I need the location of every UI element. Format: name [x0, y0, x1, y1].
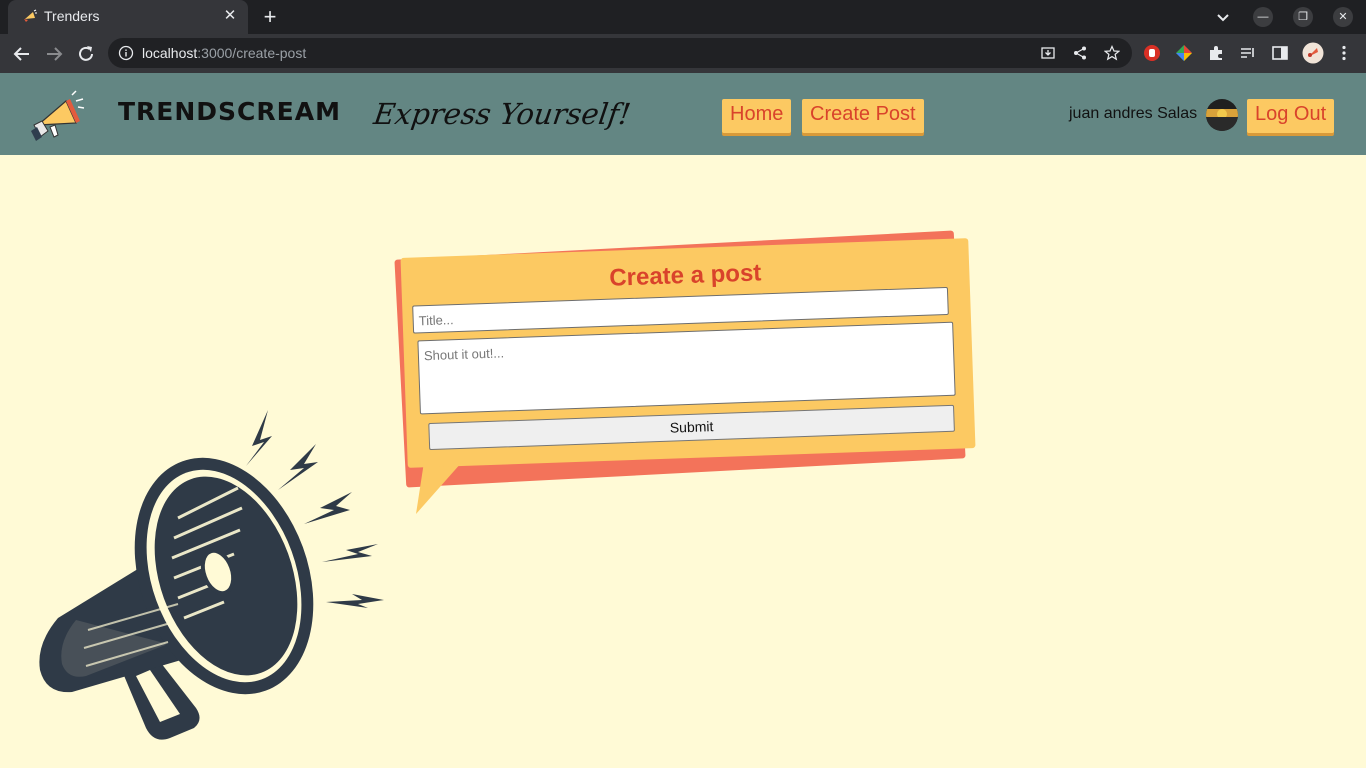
- megaphone-favicon-icon: [24, 9, 37, 22]
- bookmark-star-icon[interactable]: [1104, 45, 1120, 61]
- browser-toolbar: localhost:3000/create-post: [0, 34, 1366, 73]
- adblock-extension-icon[interactable]: [1143, 44, 1161, 62]
- color-picker-extension-icon[interactable]: [1175, 44, 1193, 62]
- back-arrow-icon[interactable]: [10, 42, 34, 66]
- tab-title: Trenders: [44, 8, 100, 24]
- reload-icon[interactable]: [74, 42, 98, 66]
- address-bar[interactable]: localhost:3000/create-post: [108, 38, 1132, 68]
- submit-button[interactable]: Submit: [428, 404, 955, 451]
- megaphone-logo-icon[interactable]: [28, 87, 86, 143]
- site-header: TRENDSCREAM Express Yourself! Home Creat…: [0, 73, 1366, 155]
- restore-icon[interactable]: ❐: [1293, 7, 1313, 27]
- browser-tab-bar: Trenders ✕ + — ❐ ✕: [0, 0, 1366, 34]
- url-text: localhost:3000/create-post: [142, 45, 307, 61]
- browser-tab[interactable]: Trenders ✕: [8, 0, 248, 34]
- side-panel-icon[interactable]: [1271, 44, 1289, 62]
- nav-create-post-button[interactable]: Create Post: [802, 99, 924, 133]
- browser-menu-icon[interactable]: [1335, 44, 1353, 62]
- create-post-form: Create a post Title... Shout it out!... …: [400, 238, 976, 468]
- install-app-icon[interactable]: [1040, 45, 1056, 61]
- brand-name[interactable]: TRENDSCREAM: [118, 97, 341, 126]
- speech-bubble-tail: [416, 462, 462, 514]
- tab-search-chevron-icon[interactable]: [1212, 6, 1234, 28]
- site-info-icon[interactable]: [118, 45, 134, 61]
- new-tab-icon[interactable]: +: [258, 4, 282, 30]
- logout-button[interactable]: Log Out: [1247, 99, 1335, 133]
- close-tab-icon[interactable]: ✕: [220, 6, 240, 26]
- forward-arrow-icon[interactable]: [42, 42, 66, 66]
- profile-avatar-icon[interactable]: [1302, 42, 1324, 64]
- user-name: juan andres Salas: [1069, 105, 1198, 122]
- megaphone-illustration: [39, 410, 384, 740]
- user-avatar[interactable]: [1206, 99, 1238, 131]
- extensions-puzzle-icon[interactable]: [1207, 44, 1225, 62]
- share-icon[interactable]: [1072, 45, 1088, 61]
- nav-home-button[interactable]: Home: [722, 99, 792, 133]
- tagline: Express Yourself!: [371, 97, 633, 131]
- reading-list-icon[interactable]: [1239, 44, 1257, 62]
- close-window-icon[interactable]: ✕: [1333, 7, 1353, 27]
- post-body-textarea[interactable]: Shout it out!...: [417, 321, 956, 415]
- minimize-icon[interactable]: —: [1253, 7, 1273, 27]
